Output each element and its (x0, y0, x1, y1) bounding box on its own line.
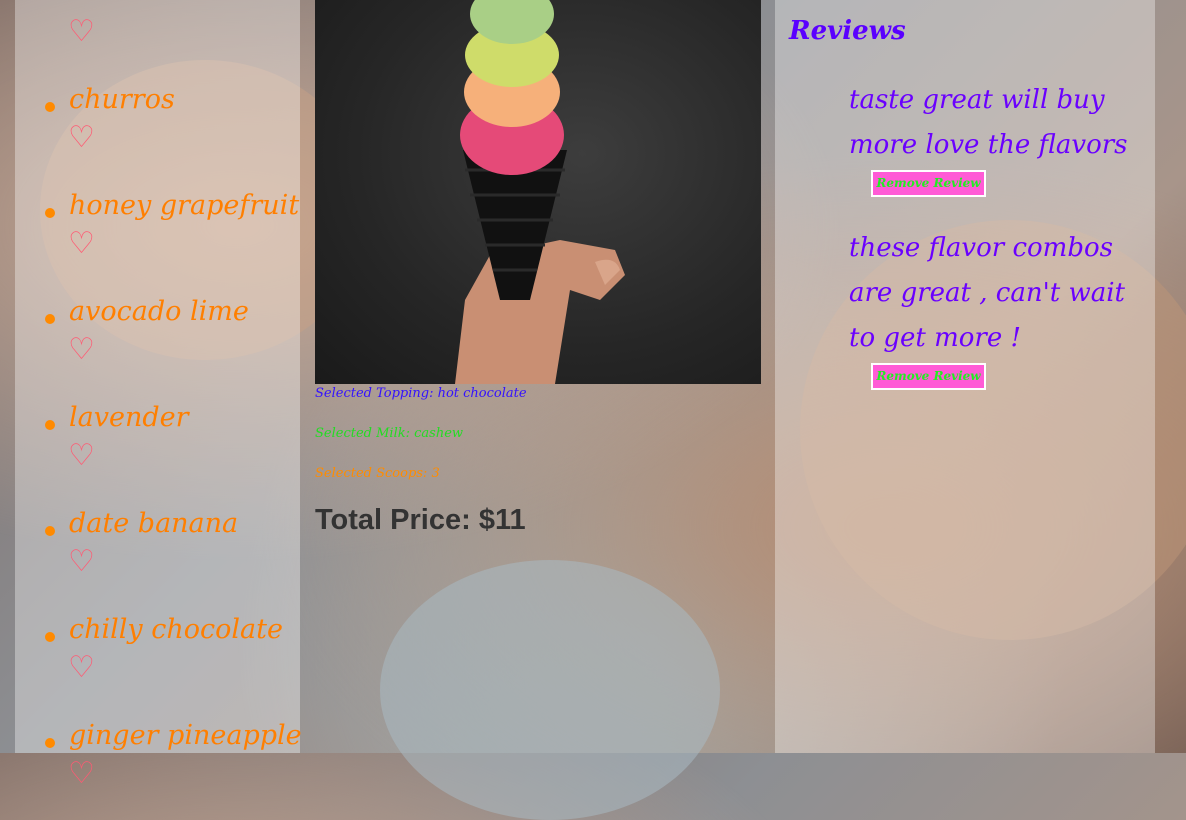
heart-icon[interactable]: ♡ (68, 16, 100, 48)
heart-icon[interactable]: ♡ (68, 228, 100, 260)
flavor-name[interactable]: avocado lime (69, 296, 249, 327)
bullet-icon (45, 738, 55, 748)
bullet-icon (45, 314, 55, 324)
background-scoop-decoration (380, 560, 720, 820)
flavor-name[interactable]: date banana (69, 508, 238, 539)
flavor-name[interactable]: lavender (69, 402, 189, 433)
selected-milk-text: Selected Milk: cashew (315, 426, 464, 441)
reviews-heading: Reviews (789, 16, 906, 46)
ice-cream-cone-photo (315, 0, 761, 384)
flavor-name[interactable]: chilly chocolate (69, 614, 283, 645)
review-text: these flavor combos are great , can't wa… (849, 233, 1125, 353)
bullet-icon (45, 208, 55, 218)
heart-icon[interactable]: ♡ (68, 334, 100, 366)
bullet-icon (45, 632, 55, 642)
order-summary: Selected Topping: hot chocolate Selected… (315, 0, 761, 536)
heart-icon[interactable]: ♡ (68, 122, 100, 154)
remove-review-button[interactable]: Remove Review (871, 170, 986, 197)
flavor-name[interactable]: honey grapefruit (69, 190, 299, 221)
selected-topping-text: Selected Topping: hot chocolate (315, 386, 527, 401)
heart-icon[interactable]: ♡ (68, 546, 100, 578)
ice-cream-cone-illustration (455, 0, 625, 384)
bullet-icon (45, 420, 55, 430)
remove-review-button[interactable]: Remove Review (871, 363, 986, 390)
total-price: Total Price: $11 (315, 504, 526, 536)
heart-icon[interactable]: ♡ (68, 758, 100, 790)
bullet-icon (45, 102, 55, 112)
review-text: taste great will buy more love the flavo… (849, 85, 1128, 160)
heart-icon[interactable]: ♡ (68, 652, 100, 684)
heart-icon[interactable]: ♡ (68, 440, 100, 472)
bullet-icon (45, 526, 55, 536)
flavor-name[interactable]: churros (69, 84, 175, 115)
flavor-name[interactable]: ginger pineapple (69, 720, 302, 751)
selected-scoops-text: Selected Scoops: 3 (315, 466, 440, 481)
